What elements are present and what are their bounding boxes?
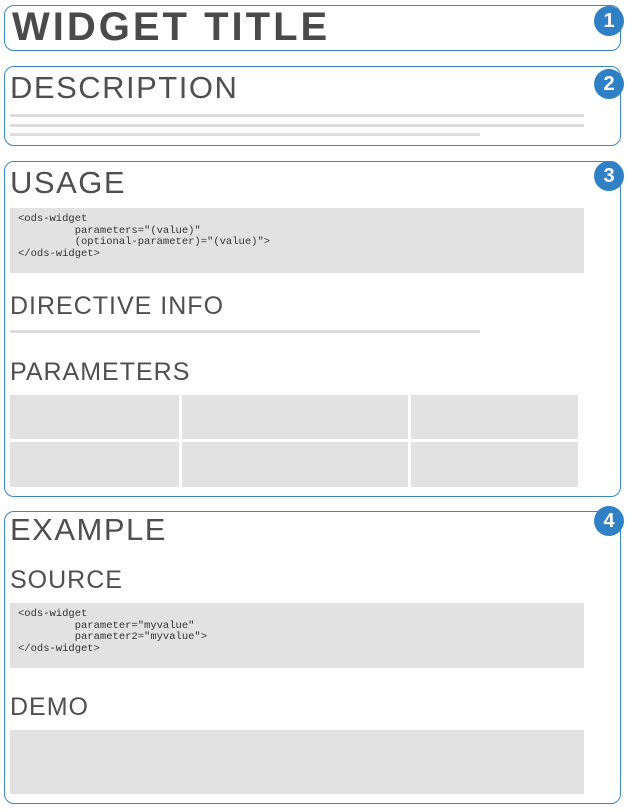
description-placeholder-line (10, 133, 480, 136)
directive-placeholder-line (10, 330, 480, 333)
parameters-table-cell (10, 442, 179, 487)
code-line: <ods-widget (18, 213, 88, 225)
code-line: (optional-parameter)="(value)"> (18, 236, 271, 248)
demo-area (10, 730, 584, 794)
demo-heading: DEMO (10, 693, 89, 721)
step-badge-2: 2 (594, 69, 624, 99)
parameters-heading: PARAMETERS (10, 358, 191, 386)
step-badge-3: 3 (594, 161, 624, 191)
source-code-block: <ods-widget parameter="myvalue" paramete… (10, 603, 584, 668)
code-line: parameter2="myvalue"> (18, 631, 208, 643)
parameters-table-cell (411, 395, 578, 439)
widget-title: WIDGET TITLE (12, 5, 331, 49)
parameters-table-cell (10, 395, 179, 439)
parameters-table-cell (182, 442, 408, 487)
description-heading: DESCRIPTION (10, 70, 239, 105)
code-line: <ods-widget (18, 608, 88, 620)
code-line: </ods-widget> (18, 642, 100, 655)
step-badge-1: 1 (594, 6, 624, 36)
description-placeholder-line (10, 124, 584, 127)
parameters-table-cell (182, 395, 408, 439)
step-badge-4: 4 (594, 506, 624, 536)
example-heading: EXAMPLE (10, 512, 167, 547)
parameters-table-cell (411, 442, 578, 487)
description-placeholder-line (10, 114, 584, 117)
usage-heading: USAGE (10, 165, 127, 200)
directive-info-heading: DIRECTIVE INFO (10, 292, 225, 320)
usage-code-block: <ods-widget parameters="(value)" (option… (10, 208, 584, 273)
code-line: </ods-widget> (18, 247, 100, 260)
source-heading: SOURCE (10, 566, 123, 594)
